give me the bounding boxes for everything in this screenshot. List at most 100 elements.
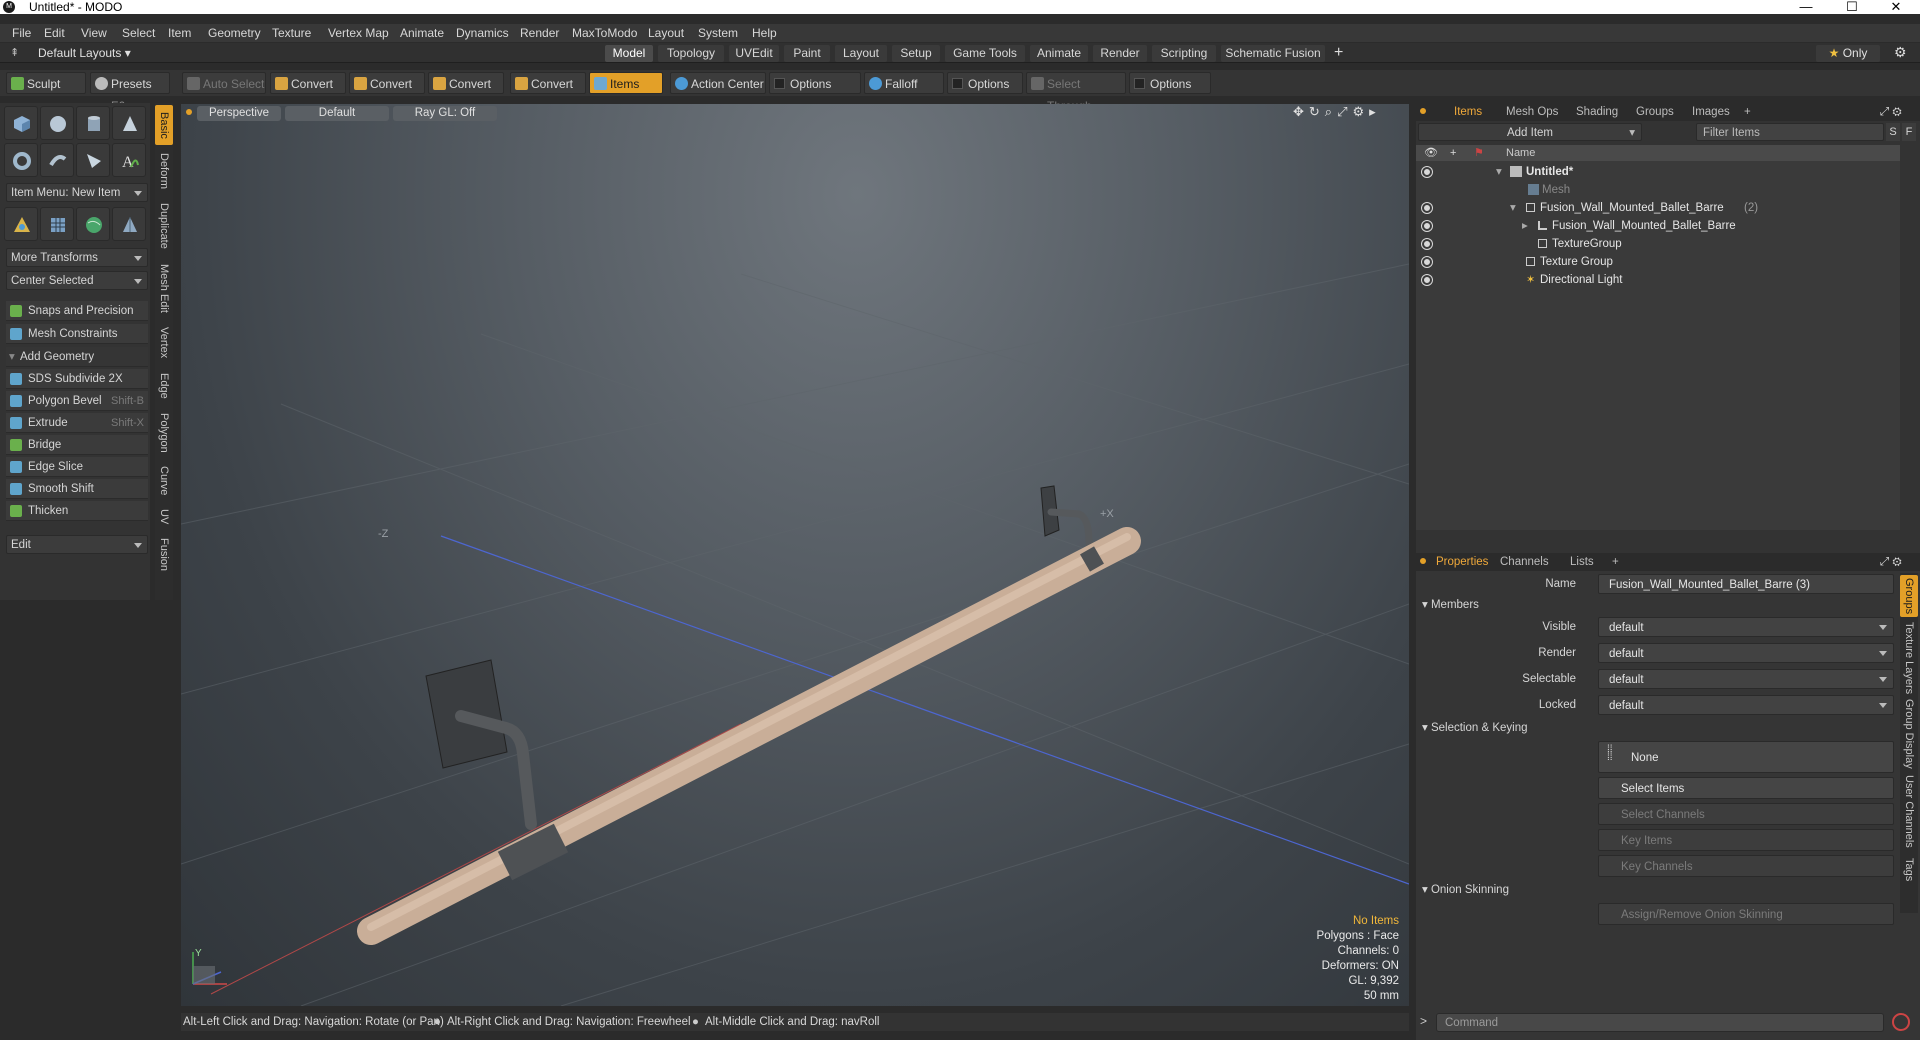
minimize-icon[interactable]: — <box>1786 0 1826 14</box>
name-field[interactable]: Fusion_Wall_Mounted_Ballet_Barre (3) <box>1598 574 1894 594</box>
item-row[interactable]: Mesh <box>1416 181 1900 199</box>
shading-default-button[interactable]: Default <box>285 106 389 121</box>
tab-images[interactable]: Images <box>1692 104 1730 121</box>
tab-model[interactable]: Model <box>605 45 653 62</box>
item-menu-dropdown[interactable]: Item Menu: New Item <box>6 183 148 202</box>
onion-skinning-section[interactable]: ▾ Onion Skinning <box>1422 881 1509 899</box>
auto-select-button[interactable]: Auto Select <box>182 72 266 94</box>
menu-layout[interactable]: Layout <box>648 24 684 42</box>
menu-maxtomodo[interactable]: MaxToModo <box>572 24 637 42</box>
presets-button[interactable]: Presets F6 <box>90 72 170 113</box>
tab-uvedit[interactable]: UVEdit <box>729 45 779 62</box>
item-row[interactable]: Texture Group <box>1416 253 1900 271</box>
add-geometry-header[interactable]: ▾ Add Geometry <box>6 347 148 367</box>
visible-dropdown[interactable]: default <box>1598 617 1894 637</box>
key-channels-button[interactable]: Key Channels <box>1598 855 1894 877</box>
layout-preset-dropdown[interactable]: Default Layouts ▾ <box>38 45 131 62</box>
select-through-button[interactable]: Select Through <box>1026 72 1126 113</box>
tab-polygon[interactable]: Polygon <box>155 407 173 459</box>
tab-setup[interactable]: Setup <box>892 45 940 62</box>
options-checkbox[interactable] <box>1134 78 1145 89</box>
snaps-precision-button[interactable]: Snaps and Precision <box>6 301 148 321</box>
view-perspective-button[interactable]: Perspective <box>197 106 281 121</box>
more-transforms-dropdown[interactable]: More Transforms <box>6 248 148 267</box>
assign-onion-button[interactable]: Assign/Remove Onion Skinning <box>1598 903 1894 925</box>
menu-texture[interactable]: Texture <box>272 24 311 42</box>
tab-deform[interactable]: Deform <box>155 149 173 193</box>
menu-help[interactable]: Help <box>752 24 777 42</box>
panel-options-icon[interactable]: ⤢ ⚙ <box>1880 104 1902 121</box>
menu-geometry[interactable]: Geometry <box>208 24 261 42</box>
tab-tags[interactable]: Tags <box>1900 855 1918 885</box>
tab-duplicate[interactable]: Duplicate <box>155 197 173 255</box>
options-checkbox[interactable] <box>774 78 785 89</box>
options-checkbox[interactable] <box>952 78 963 89</box>
cube-tool-button[interactable] <box>4 106 38 140</box>
grid-tool-button[interactable] <box>40 207 74 241</box>
falloff-button[interactable]: Falloff <box>864 72 944 94</box>
menu-render[interactable]: Render <box>520 24 559 42</box>
menu-dynamics[interactable]: Dynamics <box>456 24 509 42</box>
text-tool-button[interactable]: A <box>112 143 146 177</box>
thicken-button[interactable]: Thicken <box>6 501 148 521</box>
cylinder-tool-button[interactable] <box>76 106 110 140</box>
sphere-tool-button[interactable] <box>40 106 74 140</box>
tab-layout[interactable]: Layout <box>835 45 887 62</box>
eye-icon[interactable] <box>1422 167 1432 177</box>
raygl-button[interactable]: Ray GL: Off <box>393 106 497 121</box>
tab-uv[interactable]: UV <box>155 503 173 531</box>
convert-edge-button[interactable]: Convert <box>349 72 425 94</box>
item-row[interactable]: ▾ Fusion_Wall_Mounted_Ballet_Barre (2) <box>1416 199 1900 217</box>
options-button-2[interactable]: Options <box>947 72 1023 94</box>
tab-edge[interactable]: Edge <box>155 367 173 405</box>
tab-properties[interactable]: Properties <box>1436 554 1488 571</box>
tab-curve[interactable]: Curve <box>155 461 173 501</box>
viewport-nav-icons[interactable]: ✥↻⌕⤢⚙▸ <box>1293 104 1381 120</box>
cone-tool-button[interactable] <box>112 106 146 140</box>
center-selected-dropdown[interactable]: Center Selected <box>6 271 148 290</box>
record-icon[interactable] <box>1892 1013 1910 1031</box>
transform-tool-button[interactable] <box>4 207 38 241</box>
eye-icon[interactable] <box>1422 221 1432 231</box>
tab-user-channels[interactable]: User Channels <box>1900 773 1918 849</box>
add-tab-icon[interactable]: + <box>1612 554 1619 571</box>
locked-dropdown[interactable]: default <box>1598 695 1894 715</box>
tab-basic[interactable]: Basic <box>155 105 173 145</box>
item-row[interactable]: ✶ Directional Light <box>1416 271 1900 289</box>
menu-vertex-map[interactable]: Vertex Map <box>328 24 389 42</box>
selection-keying-section[interactable]: ▾ Selection & Keying <box>1422 719 1528 737</box>
tab-lists[interactable]: Lists <box>1570 554 1594 571</box>
menu-select[interactable]: Select <box>122 24 155 42</box>
render-dropdown[interactable]: default <box>1598 643 1894 663</box>
tab-group-display[interactable]: Group Display <box>1900 699 1918 769</box>
add-tab-icon[interactable]: + <box>1744 104 1751 121</box>
eye-icon[interactable] <box>1422 257 1432 267</box>
tab-paint[interactable]: Paint <box>784 45 830 62</box>
tab-shading[interactable]: Shading <box>1576 104 1618 121</box>
sds-subdivide-button[interactable]: SDS Subdivide 2X <box>6 369 148 389</box>
menu-view[interactable]: View <box>81 24 107 42</box>
items-mode-button[interactable]: Items <box>589 72 663 94</box>
command-input[interactable]: Command <box>1436 1013 1884 1032</box>
bridge-button[interactable]: Bridge <box>6 435 148 455</box>
menu-system[interactable]: System <box>698 24 738 42</box>
action-center-button[interactable]: Action Center <box>670 72 766 94</box>
close-icon[interactable]: ✕ <box>1876 0 1916 14</box>
tab-scripting[interactable]: Scripting <box>1152 45 1216 62</box>
add-item-dropdown[interactable]: Add Item ▾ <box>1418 123 1642 141</box>
pyramid-tool-button[interactable] <box>112 207 146 241</box>
torus-tool-button[interactable] <box>4 143 38 177</box>
extrude-button[interactable]: Extrude Shift-X <box>6 413 148 433</box>
tab-groups[interactable]: Groups <box>1636 104 1674 121</box>
selectable-dropdown[interactable]: default <box>1598 669 1894 689</box>
item-row[interactable]: TextureGroup <box>1416 235 1900 253</box>
convert-polygon-button[interactable]: Convert <box>428 72 504 94</box>
tab-topology[interactable]: Topology <box>658 45 724 62</box>
tab-animate[interactable]: Animate <box>1030 45 1088 62</box>
none-button[interactable]: ⁞⁞ ⁞⁞ None <box>1598 741 1894 773</box>
tab-game-tools[interactable]: Game Tools <box>945 45 1025 62</box>
pen-tool-button[interactable] <box>76 143 110 177</box>
add-tab-icon[interactable]: + <box>1334 44 1343 62</box>
tab-schematic-fusion[interactable]: Schematic Fusion <box>1221 45 1325 62</box>
menu-edit[interactable]: Edit <box>44 24 65 42</box>
